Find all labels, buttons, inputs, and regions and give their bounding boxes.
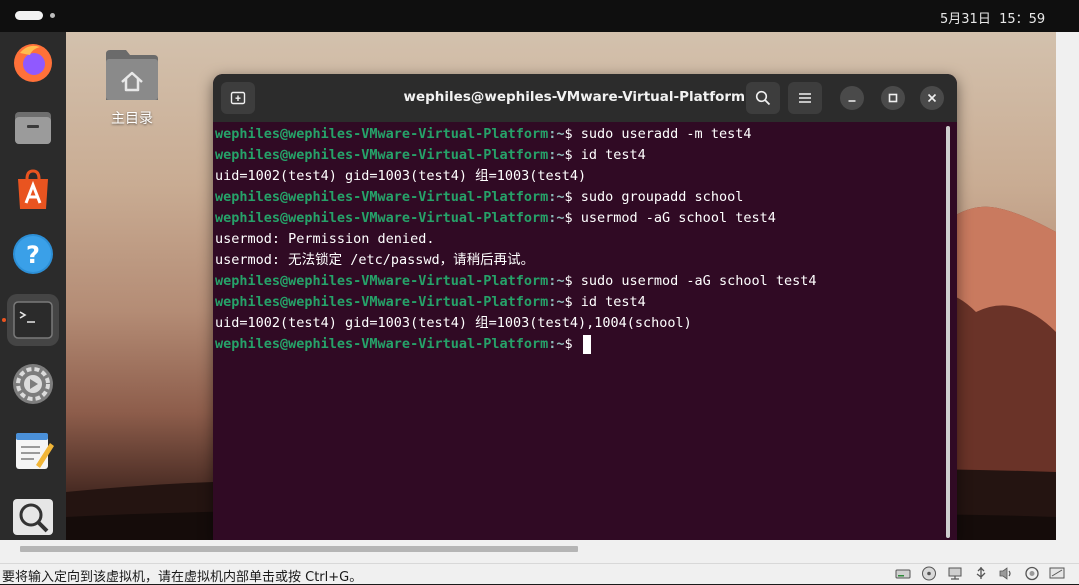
terminal-line: wephiles@wephiles-VMware-Virtual-Platfor… — [215, 208, 945, 229]
terminal-output-line: usermod: Permission denied. — [215, 231, 435, 247]
search-button[interactable] — [746, 82, 780, 114]
terminal-line: wephiles@wephiles-VMware-Virtual-Platfor… — [215, 187, 945, 208]
command-text: $ id test4 — [564, 294, 646, 310]
terminal-header-bar[interactable]: wephiles@wephiles-VMware-Virtual-Platfor… — [213, 74, 957, 122]
terminal-line: wephiles@wephiles-VMware-Virtual-Platfor… — [215, 145, 945, 166]
home-folder-icon — [106, 50, 158, 100]
magnifier-icon — [13, 499, 53, 535]
display-icon[interactable] — [1049, 566, 1065, 581]
command-text: $ sudo groupadd school — [564, 189, 744, 205]
terminal-output-line: usermod: 无法锁定 /etc/passwd，请稍后再试。 — [215, 252, 535, 268]
files-icon — [15, 112, 51, 144]
settings-gear-icon — [13, 364, 53, 404]
terminal-output-line: uid=1002(test4) gid=1003(test4) 组=1003(t… — [215, 315, 692, 331]
vm-right-border — [1056, 32, 1079, 540]
dock-settings[interactable] — [7, 358, 59, 410]
prompt-path: :~ — [548, 336, 565, 352]
dock-files[interactable] — [7, 100, 59, 152]
command-text: $ sudo useradd -m test4 — [564, 126, 752, 142]
minimize-icon — [848, 100, 856, 102]
terminal-output[interactable]: wephiles@wephiles-VMware-Virtual-Platfor… — [215, 124, 945, 538]
prompt-user: wephiles@wephiles-VMware-Virtual-Platfor… — [215, 273, 549, 289]
cd-rom-icon[interactable] — [921, 566, 937, 581]
prompt-user: wephiles@wephiles-VMware-Virtual-Platfor… — [215, 189, 549, 205]
top-bar: 5月31日 15：59 — [0, 0, 1079, 32]
terminal-line: wephiles@wephiles-VMware-Virtual-Platfor… — [215, 124, 945, 145]
home-folder-label: 主目录 — [111, 111, 153, 127]
prompt-user: wephiles@wephiles-VMware-Virtual-Platfor… — [215, 294, 549, 310]
terminal-icon — [13, 301, 53, 339]
new-tab-button[interactable] — [221, 82, 255, 114]
horizontal-scrollbar-thumb[interactable] — [20, 546, 578, 552]
prompt-user: wephiles@wephiles-VMware-Virtual-Platfor… — [215, 210, 549, 226]
help-icon: ? — [13, 234, 53, 274]
terminal-running-indicator — [2, 318, 6, 322]
prompt-path: :~ — [548, 273, 565, 289]
prompt-user: wephiles@wephiles-VMware-Virtual-Platfor… — [215, 126, 549, 142]
firefox-icon — [14, 44, 52, 82]
dock: ? — [0, 32, 66, 540]
command-text: $ — [564, 336, 581, 352]
dock-terminal[interactable] — [7, 294, 59, 346]
maximize-button[interactable] — [881, 86, 905, 110]
prompt-path: :~ — [548, 294, 565, 310]
terminal-scrollbar[interactable] — [946, 126, 950, 538]
vm-status-bar: 要将输入定向到该虚拟机，请在虚拟机内部单击或按 Ctrl+G。 — [0, 563, 1079, 585]
text-cursor — [582, 334, 591, 354]
prompt-path: :~ — [548, 147, 565, 163]
menu-button[interactable] — [788, 82, 822, 114]
sound-icon[interactable] — [998, 566, 1014, 581]
printer-icon[interactable] — [1024, 566, 1040, 581]
dock-firefox[interactable] — [7, 36, 59, 88]
new-tab-icon — [230, 91, 246, 105]
terminal-output-line: uid=1002(test4) gid=1003(test4) 组=1003(t… — [215, 168, 587, 184]
command-text: $ id test4 — [564, 147, 646, 163]
status-hint-text: 要将输入定向到该虚拟机，请在虚拟机内部单击或按 Ctrl+G。 — [2, 570, 363, 585]
svg-text:?: ? — [26, 241, 40, 269]
dock-magnifier[interactable] — [7, 488, 59, 540]
close-button[interactable] — [920, 86, 944, 110]
maximize-icon — [888, 93, 898, 103]
prompt-user: wephiles@wephiles-VMware-Virtual-Platfor… — [215, 336, 549, 352]
dock-help[interactable]: ? — [7, 228, 59, 280]
terminal-line: wephiles@wephiles-VMware-Virtual-Platfor… — [215, 334, 945, 355]
horizontal-scrollbar[interactable] — [0, 540, 1079, 563]
command-text: $ usermod -aG school test4 — [564, 210, 776, 226]
prompt-path: :~ — [548, 210, 565, 226]
text-editor-icon — [16, 433, 54, 469]
home-folder-shortcut[interactable]: 主目录 — [98, 42, 166, 132]
minimize-button[interactable] — [840, 86, 864, 110]
hamburger-menu-icon — [799, 93, 811, 103]
dock-app-center[interactable] — [7, 164, 59, 216]
search-icon — [755, 90, 771, 106]
clock[interactable]: 5月31日 15：59 — [940, 8, 1045, 27]
prompt-user: wephiles@wephiles-VMware-Virtual-Platfor… — [215, 147, 549, 163]
prompt-path: :~ — [548, 126, 565, 142]
hard-disk-icon[interactable] — [895, 566, 911, 581]
terminal-line: wephiles@wephiles-VMware-Virtual-Platfor… — [215, 292, 945, 313]
prompt-path: :~ — [548, 189, 565, 205]
usb-icon[interactable] — [973, 566, 989, 581]
workspace-pill — [15, 11, 43, 20]
app-center-icon — [18, 169, 48, 209]
terminal-line: wephiles@wephiles-VMware-Virtual-Platfor… — [215, 271, 945, 292]
close-icon — [927, 93, 937, 103]
network-icon[interactable] — [947, 566, 963, 581]
command-text: $ sudo usermod -aG school test4 — [564, 273, 817, 289]
dock-text-editor[interactable] — [7, 424, 59, 476]
workspace-dot — [50, 13, 55, 18]
terminal-window[interactable]: wephiles@wephiles-VMware-Virtual-Platfor… — [213, 74, 957, 540]
